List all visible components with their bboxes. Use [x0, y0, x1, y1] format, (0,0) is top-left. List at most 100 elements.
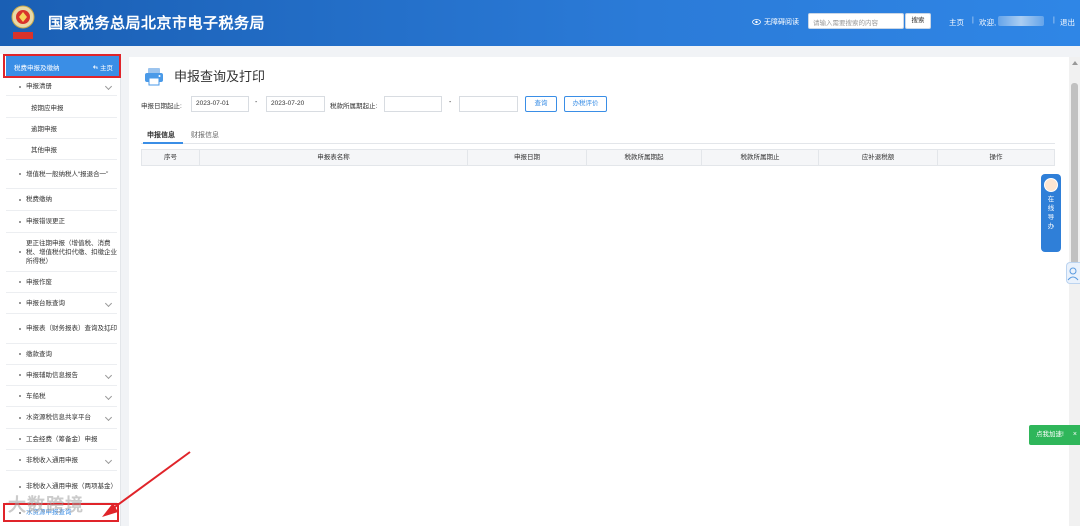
bullet-icon — [19, 327, 21, 330]
return-icon — [92, 65, 98, 69]
report-date-start-input[interactable]: 2023-07-01 — [191, 96, 249, 112]
tab-financial-info[interactable]: 财报信息 — [191, 130, 219, 140]
report-date-end-input[interactable]: 2023-07-20 — [266, 96, 325, 112]
sidebar-item-label: 更正往期申报（增值税、消费税、增值税代扣代缴、扣缴企业所得税） — [26, 239, 117, 265]
date-range-dash: - — [255, 99, 258, 106]
chevron-down-icon — [104, 82, 113, 91]
query-button[interactable]: 查询 — [525, 96, 557, 112]
report-date-label: 申报日期起止: — [141, 103, 182, 110]
tax-period-start-input[interactable] — [384, 96, 442, 112]
bullet-icon — [19, 251, 21, 253]
sidebar-item-payment-query[interactable]: 缴款查询 — [6, 344, 117, 365]
header-separator: | — [1053, 17, 1055, 24]
sidebar-item-label: 其他申报 — [31, 147, 57, 154]
sidebar-item-label: 申报错误更正 — [26, 218, 65, 225]
sidebar-item-label: 申报台账查询 — [26, 299, 65, 307]
sidebar-item-void-declaration[interactable]: 申报作废 — [6, 272, 117, 293]
sidebar-item-union-fund[interactable]: 工会经费（筹备金）申报 — [6, 429, 117, 450]
accessible-reading-link[interactable]: 无障碍阅读 — [752, 17, 799, 27]
welcome-text: 欢迎, — [979, 18, 997, 27]
sidebar-item-report-query-print[interactable]: 申报表（财务报表）查询及打印 — [6, 314, 117, 344]
search-button[interactable]: 搜索 — [905, 13, 931, 29]
evaluate-button[interactable]: 办税评价 — [564, 96, 607, 112]
chevron-down-icon — [104, 413, 113, 422]
bullet-icon — [19, 353, 21, 355]
feedback-label: 点我加速! — [1036, 431, 1064, 438]
bullet-icon — [19, 511, 21, 514]
bullet-icon — [19, 198, 21, 201]
bullet-icon — [19, 459, 21, 461]
column-header: 应补退税额 — [819, 150, 938, 165]
printer-icon — [145, 68, 163, 86]
sidebar-item-label: 增值税一般纳税人“报退合一” — [26, 170, 109, 178]
sidebar-subitem-due-declaration[interactable]: 按期应申报 — [6, 96, 117, 118]
online-help-label: 在线导办 — [1047, 196, 1055, 230]
column-header: 操作 — [989, 154, 1003, 161]
sidebar-item-vehicle-tax[interactable]: 车船税 — [6, 386, 117, 407]
scrollbar-thumb[interactable] — [1071, 83, 1078, 279]
sidebar-item-label: 水资源申报查询 — [26, 509, 72, 516]
chevron-down-icon — [104, 371, 113, 379]
table-header: 序号 申报表名称 申报日期 税款所属期起 税款所属期止 应补退税额 操作 — [141, 149, 1055, 166]
scroll-up-icon[interactable] — [1072, 61, 1078, 65]
column-header: 税款所属期止 — [702, 150, 819, 165]
sidebar-item-label: 逾期申报 — [31, 126, 57, 133]
date-range-dash: - — [449, 99, 452, 106]
logout-link[interactable]: 退出 — [1060, 17, 1075, 28]
sidebar-item-label: 缴款查询 — [26, 350, 52, 358]
bullet-icon — [19, 438, 21, 440]
sidebar-item-nontax-two-funds[interactable]: 非税收入通用申报（两项基金） — [6, 471, 117, 503]
sidebar-item-vat-combined[interactable]: 增值税一般纳税人“报退合一” — [6, 160, 117, 189]
feedback-widget[interactable]: 点我加速! × — [1029, 425, 1080, 445]
sidebar-home-link[interactable]: 主页 — [92, 62, 113, 72]
sidebar-item-ledger-query[interactable]: 申报台账查询 — [6, 293, 117, 314]
sidebar-item-tax-payment[interactable]: 税费缴纳 — [6, 189, 117, 211]
home-link[interactable]: 主页 — [949, 17, 964, 28]
sidebar-item-auxiliary-info[interactable]: 申报辅助信息报告 — [6, 365, 117, 386]
tax-period-label: 税款所属期起止: — [330, 103, 378, 110]
tab-declaration-info[interactable]: 申报信息 — [147, 130, 175, 140]
header-separator: | — [972, 17, 974, 24]
sidebar-item-error-correction[interactable]: 申报错误更正 — [6, 211, 117, 233]
bullet-icon — [19, 220, 21, 223]
close-icon[interactable]: × — [1073, 425, 1077, 445]
chevron-down-icon — [104, 456, 113, 464]
tax-emblem-logo — [11, 5, 35, 39]
sidebar-item-declaration-list[interactable]: 申报清册 — [6, 78, 117, 96]
top-header: 国家税务总局北京市电子税务局 无障碍阅读 请输入需要搜索的内容 搜索 主页 | … — [0, 0, 1080, 46]
sidebar-subitem-overdue-declaration[interactable]: 逾期申报 — [6, 118, 117, 139]
sidebar-section-header[interactable]: 税费申报及缴纳 主页 — [6, 56, 119, 78]
sidebar-item-past-correction[interactable]: 更正往期申报（增值税、消费税、增值税代扣代缴、扣缴企业所得税） — [6, 233, 117, 272]
sidebar-item-water-resource-query[interactable]: 水资源申报查询 — [6, 503, 117, 522]
sidebar-subitem-other-declaration[interactable]: 其他申报 — [6, 139, 117, 160]
sidebar-item-label: 申报表（财务报表）查询及打印 — [26, 325, 117, 332]
bullet-icon — [19, 485, 21, 488]
chevron-down-icon — [104, 299, 113, 307]
sidebar-section-title: 税费申报及缴纳 — [14, 65, 60, 72]
active-tab-indicator — [143, 142, 183, 144]
tab-bar: 申报信息 财报信息 — [141, 127, 1055, 144]
customer-service-tab[interactable] — [1066, 262, 1080, 284]
bullet-icon — [19, 416, 21, 419]
sidebar-item-label: 按期应申报 — [31, 104, 64, 112]
sidebar-item-label: 车船税 — [26, 392, 46, 400]
eye-icon — [752, 19, 761, 25]
column-header: 序号 — [142, 150, 200, 165]
bullet-icon — [19, 85, 21, 88]
vertical-scrollbar[interactable] — [1069, 57, 1080, 526]
bullet-icon — [19, 281, 21, 283]
bullet-icon — [19, 302, 21, 304]
accessible-reading-label: 无障碍阅读 — [764, 19, 799, 26]
sidebar-item-nontax-general[interactable]: 非税收入通用申报 — [6, 450, 117, 471]
tax-period-end-input[interactable] — [459, 96, 518, 112]
online-help-button[interactable]: 在线导办 — [1041, 174, 1061, 252]
column-header: 税款所属期起 — [587, 150, 702, 165]
bullet-icon — [19, 395, 21, 397]
sidebar-item-water-resource-platform[interactable]: 水资源税信息共享平台 — [6, 407, 117, 429]
search-input[interactable]: 请输入需要搜索的内容 — [808, 13, 904, 29]
column-header: 申报表名称 — [200, 150, 468, 165]
sidebar-item-label: 税费缴纳 — [26, 196, 52, 203]
sidebar-home-label: 主页 — [100, 65, 113, 72]
person-icon — [1067, 267, 1079, 281]
sidebar-item-label: 非税收入通用申报 — [26, 456, 78, 464]
